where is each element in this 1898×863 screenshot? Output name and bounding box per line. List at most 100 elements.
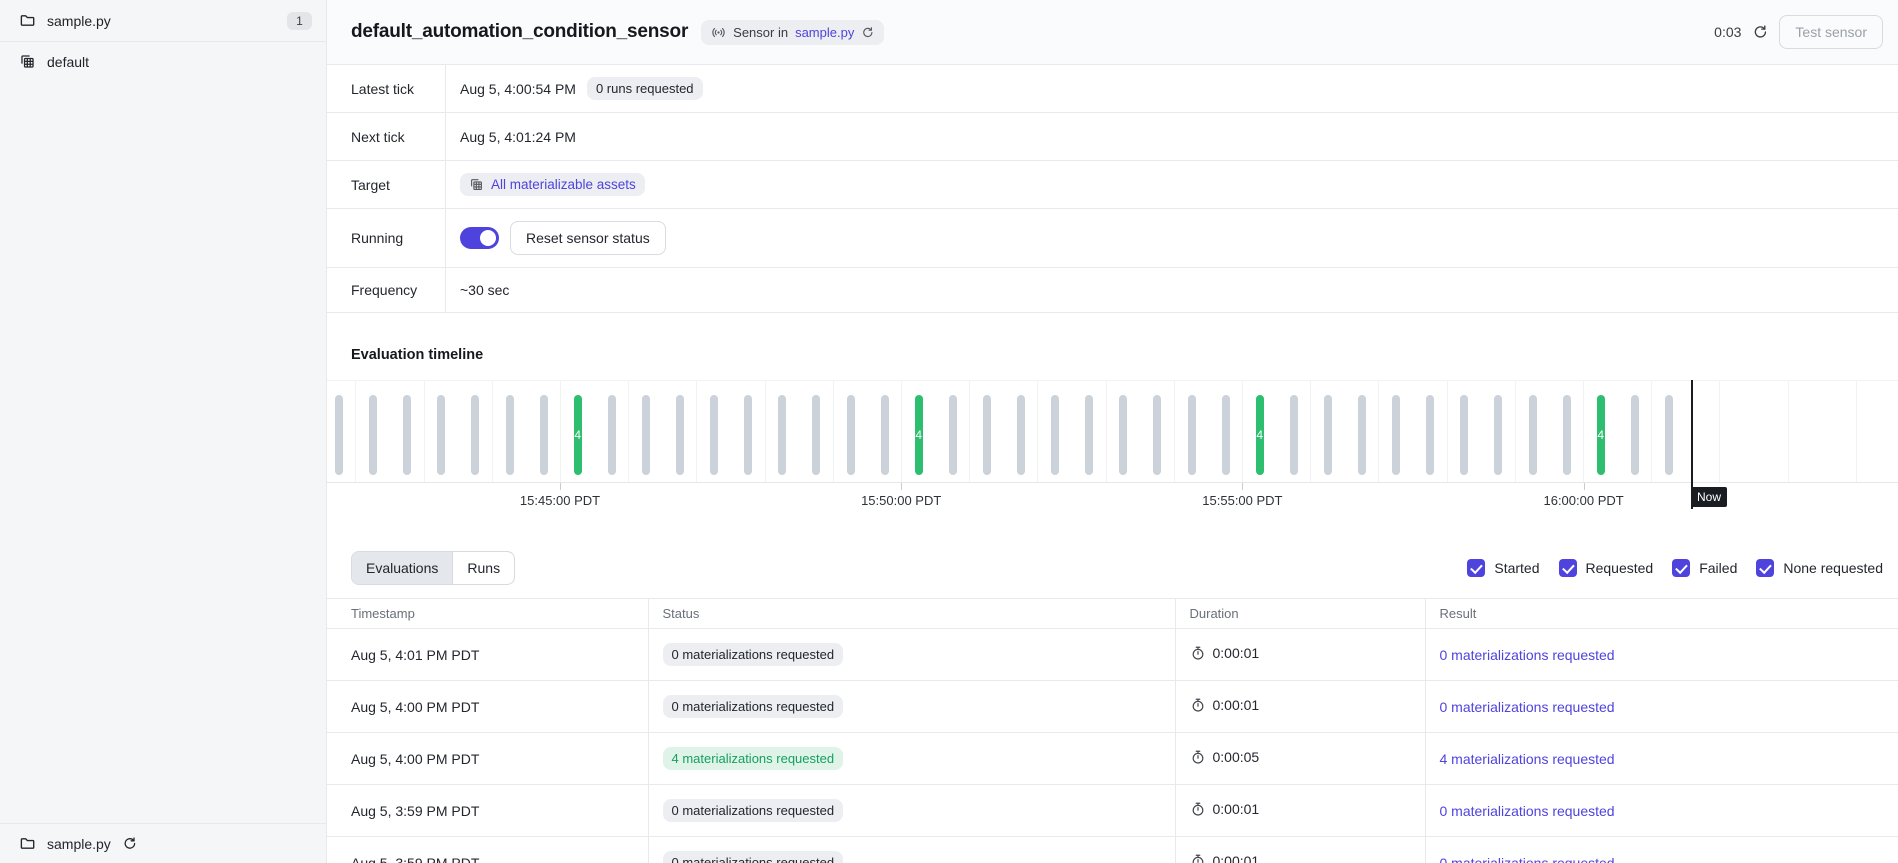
eval-result-link[interactable]: 0 materializations requested	[1440, 855, 1615, 863]
eval-result-link[interactable]: 0 materializations requested	[1440, 647, 1615, 663]
tick-bar[interactable]	[1358, 395, 1366, 475]
checkbox-checked-icon[interactable]	[1672, 559, 1690, 577]
target-assets-label: All materializable assets	[491, 177, 636, 192]
grid-line	[1583, 381, 1584, 482]
tick-bar[interactable]	[1392, 395, 1400, 475]
grid-line	[1651, 381, 1652, 482]
tick-bar[interactable]	[1494, 395, 1502, 475]
timeline-plot[interactable]: 4 4 4 4	[327, 380, 1898, 483]
eval-row: Aug 5, 3:59 PM PDT 0 materializations req…	[327, 837, 1898, 863]
eval-result-link[interactable]: 0 materializations requested	[1440, 699, 1615, 715]
tick-bar-requested[interactable]: 4	[915, 395, 923, 475]
stopwatch-icon	[1190, 801, 1206, 817]
tick-bar[interactable]	[676, 395, 684, 475]
tick-bar[interactable]	[778, 395, 786, 475]
tick-bar[interactable]	[1460, 395, 1468, 475]
view-mode-tabs: Evaluations Runs	[351, 551, 515, 585]
evaluation-timeline-chart[interactable]: 4444 15:45:00 PDT15:50:00 PDT15:55:00 PD…	[327, 380, 1898, 520]
eval-table-body: Aug 5, 4:01 PM PDT0 materializations req…	[327, 629, 1898, 863]
grid-line	[628, 381, 629, 482]
detail-label: Target	[327, 161, 445, 208]
tick-bar[interactable]	[540, 395, 548, 475]
status-badge: 0 materializations requested	[663, 643, 844, 666]
page-title: default_automation_condition_sensor	[351, 21, 688, 43]
tick-bar[interactable]	[1631, 395, 1639, 475]
target-assets-link[interactable]: All materializable assets	[460, 173, 645, 196]
tick-bar[interactable]	[1665, 395, 1673, 475]
grid-line	[1856, 381, 1857, 482]
refresh-icon[interactable]	[861, 26, 874, 39]
eval-row: Aug 5, 4:00 PM PDT 4 materializations req…	[327, 733, 1898, 785]
axis-tick	[901, 483, 902, 490]
tick-bar[interactable]	[437, 395, 445, 475]
checkbox-checked-icon[interactable]	[1467, 559, 1485, 577]
tick-bar[interactable]	[949, 395, 957, 475]
evaluations-table: Timestamp Status Duration Result Aug 5, …	[327, 598, 1898, 863]
tab-runs[interactable]: Runs	[452, 552, 514, 584]
sensor-icon	[711, 25, 726, 40]
tick-bar[interactable]	[1529, 395, 1537, 475]
running-toggle[interactable]	[460, 227, 499, 249]
tick-bar[interactable]	[471, 395, 479, 475]
tick-bar[interactable]	[1188, 395, 1196, 475]
grid-line	[901, 381, 902, 482]
axis-label: 15:55:00 PDT	[1202, 493, 1282, 508]
eval-result-link[interactable]: 4 materializations requested	[1440, 751, 1615, 767]
eval-timestamp: Aug 5, 3:59 PM PDT	[327, 837, 648, 863]
reset-sensor-status-button[interactable]: Reset sensor status	[510, 221, 666, 255]
grid-line	[560, 381, 561, 482]
tick-bar[interactable]	[812, 395, 820, 475]
tick-bar[interactable]	[1085, 395, 1093, 475]
code-location-link[interactable]: sample.py	[795, 25, 854, 40]
refresh-icon[interactable]	[1752, 24, 1768, 40]
runs-requested-badge: 0 runs requested	[587, 77, 703, 100]
tick-bar[interactable]	[847, 395, 855, 475]
tick-bar[interactable]	[1051, 395, 1059, 475]
tick-bar[interactable]	[369, 395, 377, 475]
tick-bar[interactable]	[1324, 395, 1332, 475]
tick-bar-requested[interactable]: 4	[1597, 395, 1605, 475]
tick-bar-requested[interactable]: 4	[1256, 395, 1264, 475]
tick-bar-requested[interactable]: 4	[574, 395, 582, 475]
tick-bar[interactable]	[710, 395, 718, 475]
tick-bar[interactable]	[1290, 395, 1298, 475]
evaluation-timeline-section: Evaluation timeline 4444 15:45:00 PDT15:…	[327, 313, 1898, 520]
tick-bar[interactable]	[335, 395, 343, 475]
detail-row-latest-tick: Latest tick Aug 5, 4:00:54 PM 0 runs req…	[327, 65, 1898, 113]
grid-line	[1174, 381, 1175, 482]
reload-icon[interactable]	[122, 836, 137, 851]
filter-started[interactable]: Started	[1467, 559, 1539, 577]
tick-bar[interactable]	[642, 395, 650, 475]
checkbox-checked-icon[interactable]	[1756, 559, 1774, 577]
tick-bar[interactable]	[1119, 395, 1127, 475]
sidebar-item-default[interactable]: default	[0, 42, 326, 81]
tick-bar[interactable]	[1222, 395, 1230, 475]
test-sensor-button[interactable]: Test sensor	[1779, 15, 1883, 49]
filter-none-requested[interactable]: None requested	[1756, 559, 1883, 577]
tick-bar[interactable]	[506, 395, 514, 475]
sensor-badge-text: Sensor in	[733, 25, 788, 40]
tab-evaluations[interactable]: Evaluations	[352, 552, 452, 584]
tick-bar[interactable]	[1426, 395, 1434, 475]
filter-requested[interactable]: Requested	[1559, 559, 1654, 577]
stopwatch-icon	[1190, 645, 1206, 661]
tick-bar[interactable]	[1153, 395, 1161, 475]
tick-bar[interactable]	[983, 395, 991, 475]
evaluations-toolbar: Evaluations Runs Started Requested Failed N…	[327, 551, 1898, 585]
filter-failed[interactable]: Failed	[1672, 559, 1737, 577]
eval-result-link[interactable]: 0 materializations requested	[1440, 803, 1615, 819]
axis-label: 16:00:00 PDT	[1543, 493, 1623, 508]
filter-label: Failed	[1699, 560, 1737, 576]
checkbox-checked-icon[interactable]	[1559, 559, 1577, 577]
tick-bar[interactable]	[881, 395, 889, 475]
tick-bar[interactable]	[744, 395, 752, 475]
grid-line	[492, 381, 493, 482]
tick-bar[interactable]	[1563, 395, 1571, 475]
tick-bar[interactable]	[403, 395, 411, 475]
tick-bar[interactable]	[608, 395, 616, 475]
tick-bar[interactable]	[1017, 395, 1025, 475]
column-header-timestamp: Timestamp	[327, 599, 648, 629]
eval-timestamp: Aug 5, 4:00 PM PDT	[327, 733, 648, 785]
status-badge: 4 materializations requested	[663, 747, 844, 770]
sidebar-item-sample-py[interactable]: sample.py 1	[0, 0, 326, 42]
